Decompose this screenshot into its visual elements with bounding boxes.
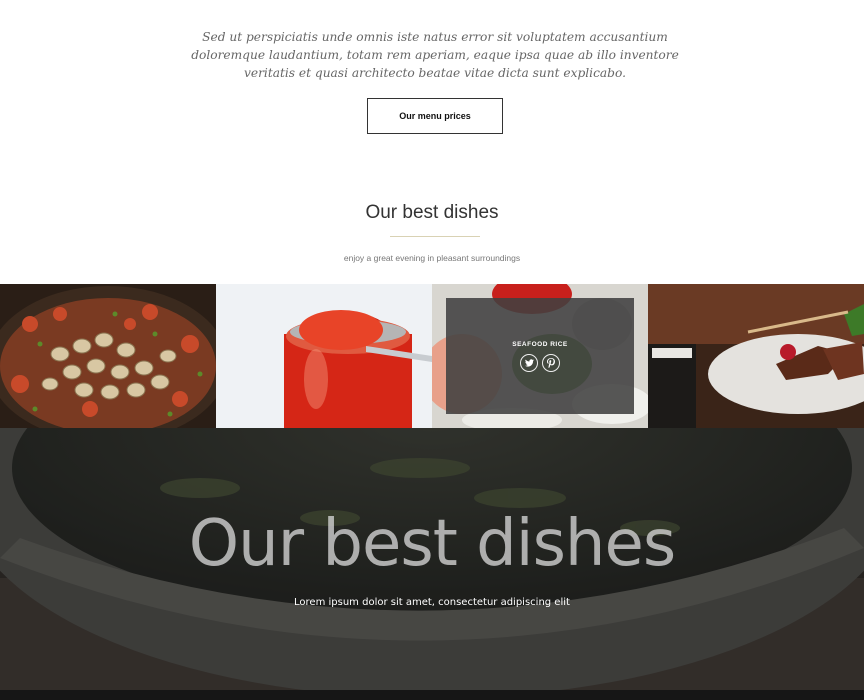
- pinterest-icon[interactable]: [542, 353, 560, 372]
- section-title: Our best dishes: [365, 202, 499, 223]
- social-links: [520, 353, 560, 372]
- intro-text: Sed ut perspiciatis unde omnis iste natu…: [191, 30, 679, 80]
- twitter-icon[interactable]: [520, 353, 538, 372]
- hero-subtitle: Lorem ipsum dolor sit amet, consectetur …: [294, 597, 570, 608]
- dish-name: SEAFOOD RICE: [512, 340, 568, 348]
- jam-jar-image: [216, 284, 432, 428]
- section-subtitle: enjoy a great evening in pleasant surrou…: [343, 253, 521, 263]
- footer-strip: [0, 690, 864, 700]
- title-divider: [390, 236, 480, 237]
- steak-sushi-image: [648, 284, 864, 428]
- dish-tile-seafood-pan[interactable]: [0, 284, 216, 428]
- seafood-pan-image: [0, 284, 216, 428]
- intro-section: Sed ut perspiciatis unde omnis iste natu…: [0, 0, 864, 150]
- dish-hover-overlay: SEAFOOD RICE: [446, 298, 634, 414]
- hero-title: Our best dishes: [188, 507, 676, 581]
- dish-tile-steak[interactable]: [648, 284, 864, 428]
- menu-prices-button[interactable]: Our menu prices: [367, 98, 503, 134]
- dish-tile-jam[interactable]: [216, 284, 432, 428]
- dish-tile-seafood-rice[interactable]: SEAFOOD RICE: [432, 284, 648, 428]
- dishes-gallery: SEAFOOD RICE: [0, 284, 864, 428]
